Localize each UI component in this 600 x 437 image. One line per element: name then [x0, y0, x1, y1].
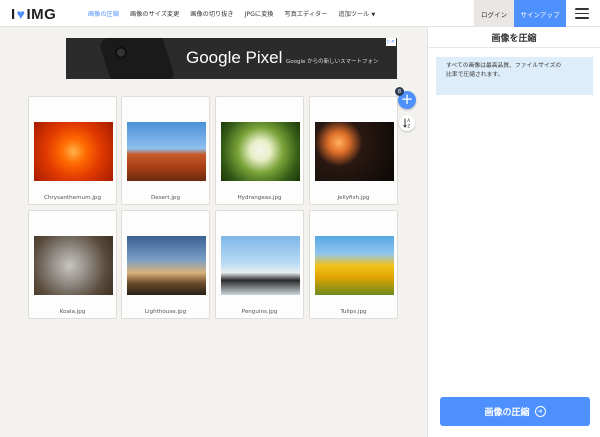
file-thumbnail	[127, 236, 206, 295]
ad-banner[interactable]: Google Pixel Google からの新しいスマートフォン ▷✕	[66, 38, 397, 79]
divider	[428, 47, 600, 48]
top-header: I ♥ IMG 画像の圧縮 画像のサイズ変更 画像の切り抜き JPGに変換 写真…	[0, 0, 600, 27]
file-thumbnail	[221, 122, 300, 181]
file-thumbnail	[34, 236, 113, 295]
file-thumbnail	[127, 122, 206, 181]
file-name: Chrysanthemum.jpg	[43, 195, 101, 201]
file-thumbnail	[221, 236, 300, 295]
sidebar-title: 画像を圧縮	[491, 34, 537, 44]
file-card[interactable]: Chrysanthemum.jpg	[28, 96, 117, 205]
file-card[interactable]: Koala.jpg	[28, 210, 117, 319]
file-thumbnail	[315, 236, 394, 295]
ad-subtitle: Google からの新しいスマートフォン	[286, 59, 379, 65]
options-sidebar: 画像を圧縮 すべての画像は最高品質、ファイルサイズの 比率で圧縮されます。 画像…	[427, 27, 600, 437]
caret-down-icon: ▼	[371, 12, 376, 18]
info-box: すべての画像は最高品質、ファイルサイズの 比率で圧縮されます。	[436, 57, 593, 95]
file-card[interactable]: Lighthouse.jpg	[121, 210, 210, 319]
nav-more-tools-label: 追加ツール	[338, 11, 370, 18]
file-card[interactable]: Penguins.jpg	[215, 210, 304, 319]
svg-text:Z: Z	[407, 123, 410, 128]
logo-suffix: IMG	[26, 5, 57, 23]
sort-az-icon: A Z	[402, 118, 410, 128]
heart-icon: ♥	[16, 6, 26, 22]
file-name: Koala.jpg	[59, 309, 86, 315]
file-name: Hydrangeas.jpg	[237, 195, 282, 201]
file-card[interactable]: Tulips.jpg	[309, 210, 398, 319]
file-thumbnail	[34, 122, 113, 181]
file-name: Tulips.jpg	[340, 309, 367, 315]
nav-compress-image[interactable]: 画像の圧縮	[88, 9, 119, 18]
file-card[interactable]: Desert.jpg	[121, 96, 210, 205]
file-name: Desert.jpg	[150, 195, 181, 201]
main-nav: 画像の圧縮 画像のサイズ変更 画像の切り抜き JPGに変換 写真エディター 追加…	[88, 0, 386, 27]
hamburger-menu-icon[interactable]	[575, 8, 589, 19]
nav-crop-image[interactable]: 画像の切り抜き	[190, 9, 233, 18]
file-count-badge: 8	[395, 87, 404, 96]
file-card[interactable]: Jellyfish.jpg	[309, 96, 398, 205]
nav-resize-image[interactable]: 画像のサイズ変更	[130, 9, 179, 18]
logo-prefix: I	[11, 5, 16, 23]
file-thumbnail	[315, 122, 394, 181]
info-text-line-1: すべての画像は最高品質、ファイルサイズの	[446, 63, 562, 69]
file-name: Jellyfish.jpg	[337, 195, 370, 201]
file-card[interactable]: Hydrangeas.jpg	[215, 96, 304, 205]
phone-image	[98, 38, 176, 79]
signup-button[interactable]: サインアップ	[514, 0, 566, 27]
nav-convert-jpg[interactable]: JPGに変換	[245, 9, 274, 18]
sort-az-button[interactable]: A Z	[399, 115, 415, 131]
nav-more-tools[interactable]: 追加ツール ▼	[338, 9, 375, 18]
file-name: Penguins.jpg	[241, 309, 278, 315]
nav-photo-editor[interactable]: 写真エディター	[285, 9, 328, 18]
compress-images-button[interactable]: 画像の圧縮 ➜	[440, 397, 590, 426]
ad-choices-icon[interactable]: ▷✕	[386, 38, 396, 46]
compress-button-label: 画像の圧縮	[484, 408, 530, 418]
logo[interactable]: I ♥ IMG	[11, 5, 56, 23]
login-button[interactable]: ログイン	[474, 0, 514, 27]
info-text-line-2: 比率で圧縮されます。	[446, 72, 504, 78]
ad-title: Google Pixel	[186, 48, 283, 67]
file-name: Lighthouse.jpg	[144, 309, 187, 315]
arrow-right-circle-icon: ➜	[534, 406, 546, 417]
